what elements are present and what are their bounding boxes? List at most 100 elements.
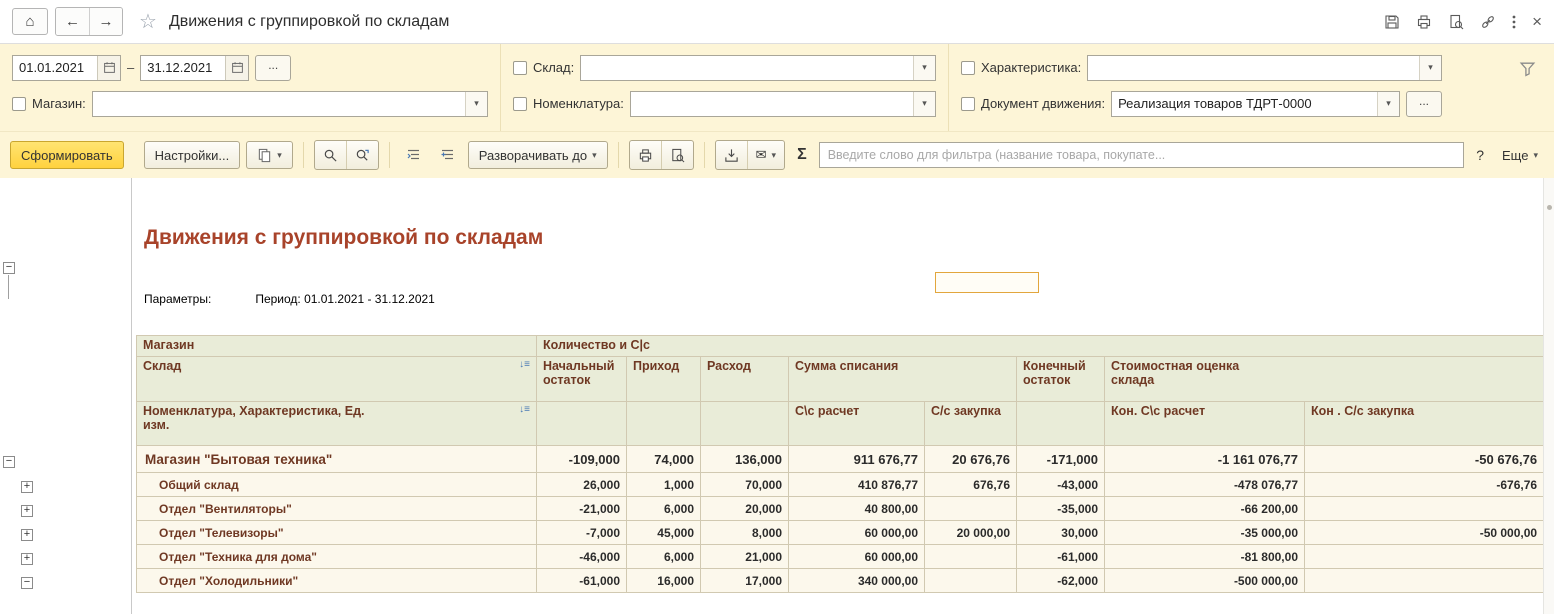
cost-purchase-cell[interactable] <box>925 497 1017 521</box>
row-expander[interactable]: + <box>21 505 33 517</box>
header-closing-cost-purchase[interactable]: Кон . С/с закупка <box>1305 402 1544 446</box>
expense-cell[interactable]: 20,000 <box>701 497 789 521</box>
forward-button[interactable]: → <box>89 8 122 35</box>
movement-doc-options-button[interactable]: ... <box>1406 91 1442 117</box>
header-empty[interactable] <box>627 402 701 446</box>
characteristic-combobox[interactable]: ▾ <box>1087 55 1442 81</box>
generate-button[interactable]: Сформировать <box>10 141 124 169</box>
row-expander[interactable]: + <box>21 529 33 541</box>
collapse-groups-button[interactable] <box>400 141 428 169</box>
cost-calc-cell[interactable]: 40 800,00 <box>789 497 925 521</box>
cost-purchase-cell[interactable]: 20 676,76 <box>925 446 1017 473</box>
characteristic-checkbox[interactable] <box>961 61 975 75</box>
date-to-calendar-button[interactable] <box>225 56 248 80</box>
opening-cell[interactable]: 26,000 <box>537 473 627 497</box>
nomenclature-checkbox[interactable] <box>513 97 527 111</box>
header-writeoff[interactable]: Сумма списания <box>789 357 1017 402</box>
header-empty[interactable] <box>701 402 789 446</box>
income-cell[interactable]: 45,000 <box>627 521 701 545</box>
closing-cost-calc-cell[interactable]: -500 000,00 <box>1105 569 1305 593</box>
opening-cell[interactable]: -21,000 <box>537 497 627 521</box>
warehouse-combobox[interactable]: ▾ <box>580 55 936 81</box>
quick-filter-input[interactable] <box>819 142 1465 168</box>
table-row[interactable]: Магазин "Бытовая техника" -109,000 74,00… <box>137 446 1544 473</box>
favorite-button[interactable]: ☆ <box>139 12 157 32</box>
header-nomenclature[interactable]: Номенклатура, Характеристика, Ед. изм. ↓… <box>137 402 537 446</box>
closing-cost-purchase-cell[interactable]: -50 000,00 <box>1305 521 1544 545</box>
cost-calc-cell[interactable]: 410 876,77 <box>789 473 925 497</box>
more-menu-button[interactable] <box>1512 14 1516 30</box>
row-name-cell[interactable]: Магазин "Бытовая техника" <box>137 446 537 473</box>
closing-cell[interactable]: -62,000 <box>1017 569 1105 593</box>
help-button[interactable]: ? <box>1470 141 1490 169</box>
cost-calc-cell[interactable]: 340 000,00 <box>789 569 925 593</box>
print-report-button[interactable] <box>630 141 661 169</box>
nomenclature-dropdown-button[interactable]: ▾ <box>913 92 935 116</box>
nomenclature-combobox[interactable]: ▾ <box>630 91 936 117</box>
expense-cell[interactable]: 21,000 <box>701 545 789 569</box>
save-report-button[interactable] <box>716 141 747 169</box>
sum-button[interactable]: Σ <box>791 141 813 169</box>
store-dropdown-button[interactable]: ▾ <box>465 92 487 116</box>
scrollbar-thumb[interactable] <box>1547 205 1552 210</box>
row-name-cell[interactable]: Отдел "Холодильники" <box>137 569 537 593</box>
get-link-button[interactable] <box>1480 14 1496 30</box>
income-cell[interactable]: 6,000 <box>627 545 701 569</box>
header-closing[interactable]: Конечный остаток <box>1017 357 1105 402</box>
closing-cell[interactable]: 30,000 <box>1017 521 1105 545</box>
row-expander[interactable]: + <box>21 553 33 565</box>
sort-icon[interactable]: ↓≡ <box>519 404 530 415</box>
preview-report-button[interactable] <box>661 141 693 169</box>
closing-cell[interactable]: -43,000 <box>1017 473 1105 497</box>
search-next-button[interactable] <box>346 141 378 169</box>
table-row[interactable]: Общий склад 26,000 1,000 70,000 410 876,… <box>137 473 1544 497</box>
store-combobox[interactable]: ▾ <box>92 91 488 117</box>
closing-cost-purchase-cell[interactable] <box>1305 569 1544 593</box>
closing-cost-purchase-cell[interactable]: -50 676,76 <box>1305 446 1544 473</box>
closing-cost-calc-cell[interactable]: -66 200,00 <box>1105 497 1305 521</box>
close-button[interactable]: × <box>1532 13 1542 30</box>
back-button[interactable]: ← <box>56 8 89 35</box>
opening-cell[interactable]: -109,000 <box>537 446 627 473</box>
header-opening[interactable]: Начальный остаток <box>537 357 627 402</box>
date-from-input[interactable] <box>13 56 97 80</box>
expense-cell[interactable]: 8,000 <box>701 521 789 545</box>
search-button[interactable] <box>315 141 346 169</box>
table-row[interactable]: Отдел "Холодильники" -61,000 16,000 17,0… <box>137 569 1544 593</box>
opening-cell[interactable]: -7,000 <box>537 521 627 545</box>
income-cell[interactable]: 6,000 <box>627 497 701 521</box>
header-quantity-group[interactable]: Количество и С|с <box>537 336 1544 357</box>
warehouse-dropdown-button[interactable]: ▾ <box>913 56 935 80</box>
income-cell[interactable]: 74,000 <box>627 446 701 473</box>
movement-doc-checkbox[interactable] <box>961 97 975 111</box>
closing-cost-calc-cell[interactable]: -81 800,00 <box>1105 545 1305 569</box>
cost-purchase-cell[interactable] <box>925 569 1017 593</box>
closing-cost-purchase-cell[interactable] <box>1305 545 1544 569</box>
cost-purchase-cell[interactable] <box>925 545 1017 569</box>
more-actions-button[interactable]: Еще ▾ <box>1496 141 1544 169</box>
opening-cell[interactable]: -61,000 <box>537 569 627 593</box>
closing-cost-calc-cell[interactable]: -1 161 076,77 <box>1105 446 1305 473</box>
expand-to-button[interactable]: Разворачивать до ▾ <box>468 141 608 169</box>
row-expander[interactable]: − <box>21 577 33 589</box>
cost-calc-cell[interactable]: 911 676,77 <box>789 446 925 473</box>
header-warehouse[interactable]: Склад ↓≡ <box>137 357 537 402</box>
header-empty[interactable] <box>1017 402 1105 446</box>
header-empty[interactable] <box>537 402 627 446</box>
closing-cost-purchase-cell[interactable] <box>1305 497 1544 521</box>
closing-cell[interactable]: -61,000 <box>1017 545 1105 569</box>
store-checkbox[interactable] <box>12 97 26 111</box>
characteristic-dropdown-button[interactable]: ▾ <box>1419 56 1441 80</box>
row-expander[interactable]: + <box>21 481 33 493</box>
print-preview-button[interactable] <box>1448 14 1464 30</box>
expense-cell[interactable]: 17,000 <box>701 569 789 593</box>
table-row[interactable]: Отдел "Вентиляторы" -21,000 6,000 20,000… <box>137 497 1544 521</box>
group-row-expander[interactable]: − <box>3 456 15 468</box>
header-magazin[interactable]: Магазин <box>137 336 537 357</box>
row-name-cell[interactable]: Общий склад <box>137 473 537 497</box>
income-cell[interactable]: 16,000 <box>627 569 701 593</box>
closing-cost-calc-cell[interactable]: -478 076,77 <box>1105 473 1305 497</box>
period-options-button[interactable]: ... <box>255 55 291 81</box>
income-cell[interactable]: 1,000 <box>627 473 701 497</box>
expense-cell[interactable]: 70,000 <box>701 473 789 497</box>
